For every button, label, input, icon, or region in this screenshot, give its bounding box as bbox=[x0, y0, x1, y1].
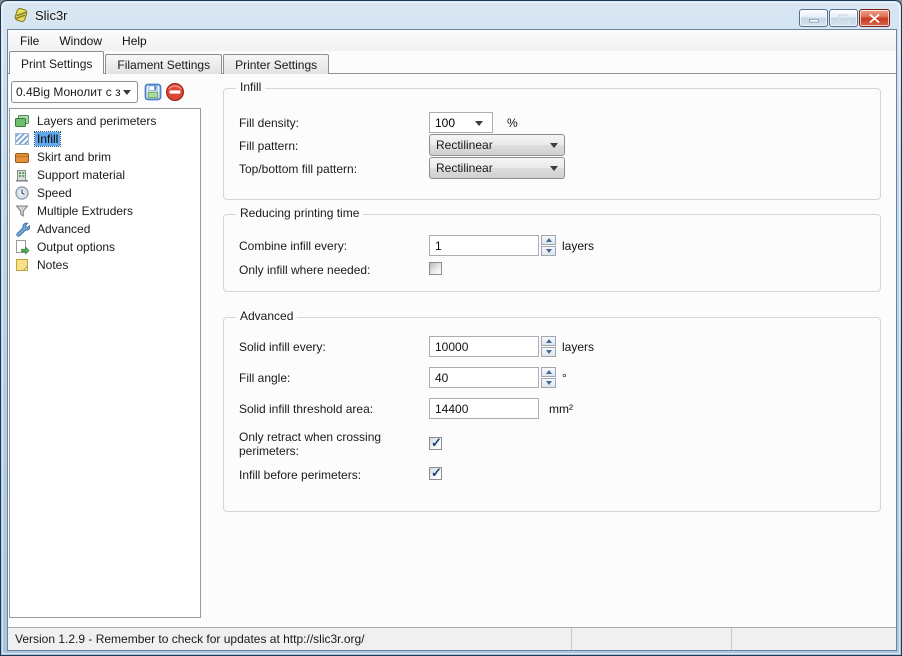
tree-item-layers-and-perimeters[interactable]: Layers and perimeters bbox=[14, 112, 200, 130]
delete-preset-button[interactable] bbox=[164, 81, 185, 102]
minimize-button[interactable] bbox=[799, 9, 828, 27]
tree-item-infill[interactable]: Infill bbox=[14, 130, 200, 148]
group-infill: Infill Fill density: % Fill pattern: Rec… bbox=[223, 88, 881, 200]
only-infill-where-needed-label: Only infill where needed: bbox=[239, 263, 425, 277]
top-bottom-fill-pattern-select[interactable]: Rectilinear bbox=[429, 157, 565, 179]
building-icon bbox=[14, 167, 30, 183]
fill-density-input[interactable] bbox=[435, 116, 475, 130]
tab-print-settings[interactable]: Print Settings bbox=[9, 51, 104, 74]
menu-window[interactable]: Window bbox=[49, 31, 112, 51]
solid-infill-every-label: Solid infill every: bbox=[239, 340, 425, 354]
solid-infill-every-spin-buttons[interactable] bbox=[541, 336, 556, 357]
combine-infill-unit: layers bbox=[562, 239, 594, 253]
tree-item-support-material[interactable]: Support material bbox=[14, 166, 200, 184]
solid-infill-threshold-input[interactable] bbox=[429, 398, 539, 419]
save-floppy-icon bbox=[144, 83, 162, 101]
fill-angle-spin-buttons[interactable] bbox=[541, 367, 556, 388]
only-infill-where-needed-checkbox[interactable] bbox=[429, 262, 442, 275]
fill-pattern-select[interactable]: Rectilinear bbox=[429, 134, 565, 156]
solid-infill-threshold-label: Solid infill threshold area: bbox=[239, 402, 425, 416]
funnel-icon bbox=[14, 203, 30, 219]
fill-angle-unit: ° bbox=[562, 371, 567, 385]
group-reducing-printing-time: Reducing printing time Combine infill ev… bbox=[223, 214, 881, 292]
export-icon bbox=[14, 239, 30, 255]
tree-item-multiple-extruders[interactable]: Multiple Extruders bbox=[14, 202, 200, 220]
fill-density-label: Fill density: bbox=[239, 116, 425, 130]
tree-item-speed[interactable]: Speed bbox=[14, 184, 200, 202]
close-icon bbox=[869, 14, 880, 23]
box-icon bbox=[14, 149, 30, 165]
group-infill-title: Infill bbox=[236, 80, 265, 94]
solid-infill-every-input[interactable] bbox=[429, 336, 539, 357]
slic3r-window: Slic3r File Window Help Print Settings F… bbox=[0, 0, 902, 656]
tab-printer-settings[interactable]: Printer Settings bbox=[223, 54, 329, 74]
status-text: Version 1.2.9 - Remember to check for up… bbox=[8, 632, 571, 646]
note-icon bbox=[14, 257, 30, 273]
combine-infill-spin-buttons[interactable] bbox=[541, 235, 556, 256]
fill-angle-input[interactable] bbox=[429, 367, 539, 388]
only-retract-label: Only retract when crossing perimeters: bbox=[239, 430, 425, 458]
maximize-button[interactable] bbox=[829, 9, 858, 27]
chevron-down-icon bbox=[550, 166, 558, 175]
close-button[interactable] bbox=[859, 9, 890, 27]
status-cell-2 bbox=[571, 628, 731, 650]
only-retract-checkbox[interactable] bbox=[429, 437, 442, 450]
chevron-down-icon bbox=[550, 143, 558, 152]
infill-hatch-icon bbox=[14, 131, 30, 147]
solid-infill-threshold-unit: mm² bbox=[549, 402, 573, 416]
minimize-icon bbox=[809, 14, 819, 23]
chevron-down-icon bbox=[123, 90, 131, 99]
delete-circle-icon bbox=[165, 82, 185, 102]
menu-file[interactable]: File bbox=[10, 31, 49, 51]
group-advanced: Advanced Solid infill every: layers Fill… bbox=[223, 317, 881, 512]
fill-density-combo[interactable] bbox=[429, 112, 493, 133]
settings-tabstrip: Print Settings Filament Settings Printer… bbox=[8, 51, 896, 74]
fill-angle-label: Fill angle: bbox=[239, 371, 425, 385]
tree-item-skirt-and-brim[interactable]: Skirt and brim bbox=[14, 148, 200, 166]
maximize-icon bbox=[838, 14, 849, 23]
group-advanced-title: Advanced bbox=[236, 309, 297, 323]
titlebar[interactable]: Slic3r bbox=[1, 1, 901, 29]
statusbar: Version 1.2.9 - Remember to check for up… bbox=[8, 627, 896, 650]
solid-infill-every-unit: layers bbox=[562, 340, 594, 354]
wrench-icon bbox=[14, 221, 30, 237]
fill-pattern-label: Fill pattern: bbox=[239, 139, 425, 153]
top-bottom-fill-pattern-label: Top/bottom fill pattern: bbox=[239, 162, 425, 176]
tab-filament-settings[interactable]: Filament Settings bbox=[105, 54, 222, 74]
clock-icon bbox=[14, 185, 30, 201]
combine-infill-input[interactable] bbox=[429, 235, 539, 256]
preset-value: 0.4Big Монолит с запол bbox=[12, 85, 121, 99]
group-reducing-title: Reducing printing time bbox=[236, 206, 363, 220]
layers-icon bbox=[14, 113, 30, 129]
tree-item-notes[interactable]: Notes bbox=[14, 256, 200, 274]
menubar: File Window Help bbox=[8, 30, 896, 51]
save-preset-button[interactable] bbox=[142, 81, 163, 102]
fill-density-unit: % bbox=[507, 116, 518, 130]
status-cell-3 bbox=[731, 628, 896, 650]
tree-item-advanced[interactable]: Advanced bbox=[14, 220, 200, 238]
chevron-down-icon bbox=[475, 121, 483, 130]
preset-select[interactable]: 0.4Big Монолит с запол bbox=[11, 81, 138, 103]
settings-tree: Layers and perimeters Infill Skirt and b… bbox=[9, 108, 201, 618]
menu-help[interactable]: Help bbox=[112, 31, 157, 51]
slic3r-logo-icon bbox=[13, 7, 29, 23]
window-title: Slic3r bbox=[35, 8, 68, 23]
tree-item-output-options[interactable]: Output options bbox=[14, 238, 200, 256]
infill-before-perimeters-checkbox[interactable] bbox=[429, 467, 442, 480]
client-area: File Window Help Print Settings Filament… bbox=[7, 29, 897, 651]
infill-before-perimeters-label: Infill before perimeters: bbox=[239, 468, 425, 482]
combine-infill-label: Combine infill every: bbox=[239, 239, 425, 253]
